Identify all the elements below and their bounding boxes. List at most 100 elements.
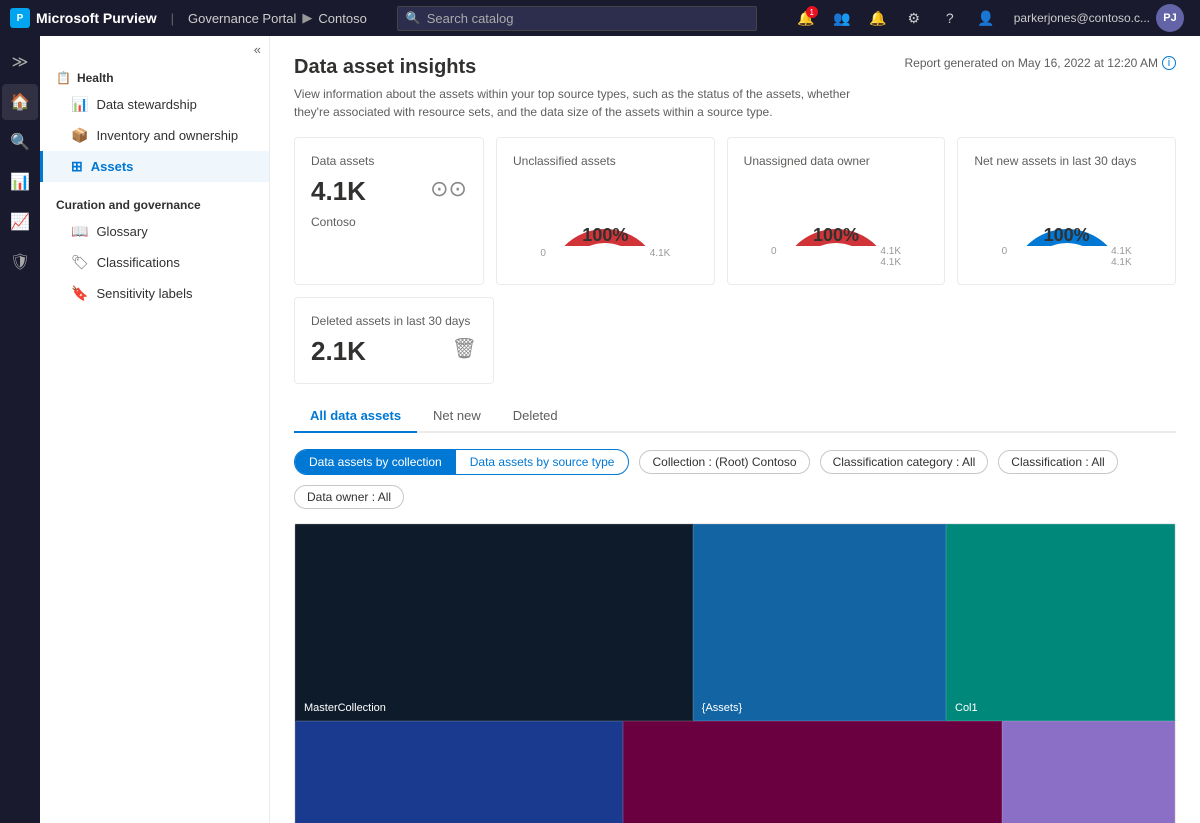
sidebar-item-data-stewardship[interactable]: 📊 Data stewardship (40, 89, 269, 120)
toggle-by-collection[interactable]: Data assets by collection (295, 450, 456, 474)
assets-label: Assets (91, 159, 134, 174)
help-button[interactable]: ? (936, 4, 964, 32)
unclassified-axis: 04.1K (540, 248, 670, 259)
unassigned-percent: 100% (813, 225, 859, 246)
toggle-by-source-type[interactable]: Data assets by source type (456, 450, 629, 474)
people-button[interactable]: 👥 (828, 4, 856, 32)
sensitivity-label: Sensitivity labels (96, 286, 192, 301)
unassigned-label: Unassigned data owner (744, 154, 870, 168)
home-icon[interactable]: 🏠 (2, 84, 38, 120)
unassigned-owner-card: Unassigned data owner 100% 04.1K4.1K (727, 137, 946, 285)
search-sidebar-icon[interactable]: 🔍 (2, 124, 38, 160)
report-time: Report generated on May 16, 2022 at 12:2… (904, 56, 1158, 70)
search-input[interactable] (427, 11, 748, 26)
stewardship-label: Data stewardship (96, 97, 196, 112)
treemap-cell-assets[interactable]: {Assets} (693, 524, 946, 721)
treemap-cell-entitytestmove2[interactable]: entitytestmove2 (623, 721, 1002, 823)
filter-data-owner[interactable]: Data owner : All (294, 485, 404, 509)
data-assets-subtitle: Contoso (311, 215, 467, 229)
treemap-top-row: MasterCollection {Assets} Col1 (295, 524, 1175, 721)
expand-collapse-icon[interactable]: ≫ (2, 44, 38, 80)
main-content: Data asset insights View information abo… (270, 36, 1200, 823)
sidebar-item-classifications[interactable]: 🏷 Classifications (40, 247, 269, 278)
deleted-value: 2.1K (311, 336, 366, 367)
settings-button[interactable]: ⚙ (900, 4, 928, 32)
catalog-icon[interactable]: 📊 (2, 164, 38, 200)
assets-cell-label: {Assets} (702, 702, 742, 714)
breadcrumb-tenant[interactable]: Contoso (318, 11, 366, 26)
filter-toggle-group: Data assets by collection Data assets by… (294, 449, 629, 475)
tab-all-data-assets[interactable]: All data assets (294, 400, 417, 433)
brand-logo[interactable]: P Microsoft Purview (10, 8, 157, 28)
treemap-container: MasterCollection {Assets} Col1 Col2 enti… (294, 523, 1176, 823)
mastercollection-label: MasterCollection (304, 702, 386, 714)
net-new-axis: 04.1K4.1K (1002, 246, 1132, 268)
filter-bar: Data assets by collection Data assets by… (294, 449, 1176, 509)
classifications-label: Classifications (97, 255, 180, 270)
assets-icon: ⊞ (71, 158, 83, 175)
trash-icon: 🗑 (452, 336, 477, 361)
bell-button[interactable]: 🔔 (864, 4, 892, 32)
binoculars-icon: ⊙⊙ (430, 176, 467, 202)
inventory-icon: 📦 (71, 127, 88, 144)
data-assets-label: Data assets (311, 154, 467, 168)
unclassified-label: Unclassified assets (513, 154, 616, 168)
treemap-col-right: {Assets} (693, 524, 946, 721)
breadcrumb-portal[interactable]: Governance Portal (188, 11, 296, 26)
sidebar-curation-header[interactable]: Curation and governance (40, 190, 269, 216)
health-icon: 📋 (56, 71, 71, 85)
management-icon[interactable]: 🛡 (2, 244, 38, 280)
stewardship-icon: 📊 (71, 96, 88, 113)
filter-collection[interactable]: Collection : (Root) Contoso (639, 450, 809, 474)
deleted-card: Deleted assets in last 30 days 2.1K 🗑 (294, 297, 494, 384)
user-area[interactable]: parkerjones@contoso.c... PJ (1008, 4, 1190, 32)
sidebar-item-assets[interactable]: ⊞ Assets (40, 151, 269, 182)
sidebar-item-health[interactable]: 📋 Health (40, 63, 269, 89)
curation-label: Curation and governance (56, 198, 201, 212)
page-description: View information about the assets within… (294, 85, 888, 121)
tab-net-new[interactable]: Net new (417, 400, 497, 433)
inventory-label: Inventory and ownership (96, 128, 238, 143)
data-assets-card: Data assets 4.1K ⊙⊙ Contoso (294, 137, 484, 285)
treemap-cell-entitytestm[interactable]: entitytestm... (1002, 721, 1175, 823)
user-name: parkerjones@contoso.c... (1014, 11, 1150, 25)
treemap-cell-col1[interactable]: Col1 (946, 524, 1175, 721)
col1-label: Col1 (955, 702, 978, 714)
net-new-gauge: 100% (1002, 176, 1132, 246)
tab-deleted[interactable]: Deleted (497, 400, 574, 433)
filter-classification-category[interactable]: Classification category : All (820, 450, 989, 474)
nav-divider: | (171, 11, 174, 26)
main-layout: ≫ 🏠 🔍 📊 📈 🛡 « 📋 Health 📊 Data stewardshi… (0, 0, 1200, 823)
avatar: PJ (1156, 4, 1184, 32)
unassigned-axis: 04.1K4.1K (771, 246, 901, 268)
glossary-icon: 📖 (71, 223, 88, 240)
insights-icon[interactable]: 📈 (2, 204, 38, 240)
purview-icon: P (10, 8, 30, 28)
unclassified-gauge: 100% (540, 176, 670, 246)
net-new-percent: 100% (1044, 225, 1090, 246)
breadcrumb-arrow: ▶ (302, 10, 312, 26)
treemap-cell-col2[interactable]: Col2 (295, 721, 623, 823)
deleted-label: Deleted assets in last 30 days (311, 314, 477, 328)
filter-classification[interactable]: Classification : All (998, 450, 1117, 474)
breadcrumb: Governance Portal ▶ Contoso (188, 10, 367, 26)
sidebar-item-glossary[interactable]: 📖 Glossary (40, 216, 269, 247)
health-label: Health (77, 71, 114, 85)
summary-cards-row: Data assets 4.1K ⊙⊙ Contoso Unclassified… (294, 137, 1176, 285)
classifications-icon: 🏷 (71, 254, 89, 271)
sidebar-collapse-button[interactable]: « (40, 36, 269, 63)
sidebar-item-inventory-ownership[interactable]: 📦 Inventory and ownership (40, 120, 269, 151)
unclassified-assets-card: Unclassified assets 100% 04.1K (496, 137, 715, 285)
nav-icons-group: 🔔 1 👥 🔔 ⚙ ? 👤 parkerjones@contoso.c... P… (792, 4, 1190, 32)
glossary-label: Glossary (96, 224, 147, 239)
notification-button[interactable]: 🔔 1 (792, 4, 820, 32)
treemap-cell-mastercollection[interactable]: MasterCollection (295, 524, 693, 721)
profile-button[interactable]: 👤 (972, 4, 1000, 32)
info-icon: i (1162, 56, 1176, 70)
sensitivity-icon: 🔖 (71, 285, 88, 302)
unassigned-gauge: 100% (771, 176, 901, 246)
search-box[interactable]: 🔍 (397, 6, 757, 31)
treemap-bottom-row: Col2 entitytestmove2 entitytestm... (295, 721, 1175, 823)
unclassified-percent: 100% (582, 225, 628, 246)
sidebar-item-sensitivity-labels[interactable]: 🔖 Sensitivity labels (40, 278, 269, 309)
